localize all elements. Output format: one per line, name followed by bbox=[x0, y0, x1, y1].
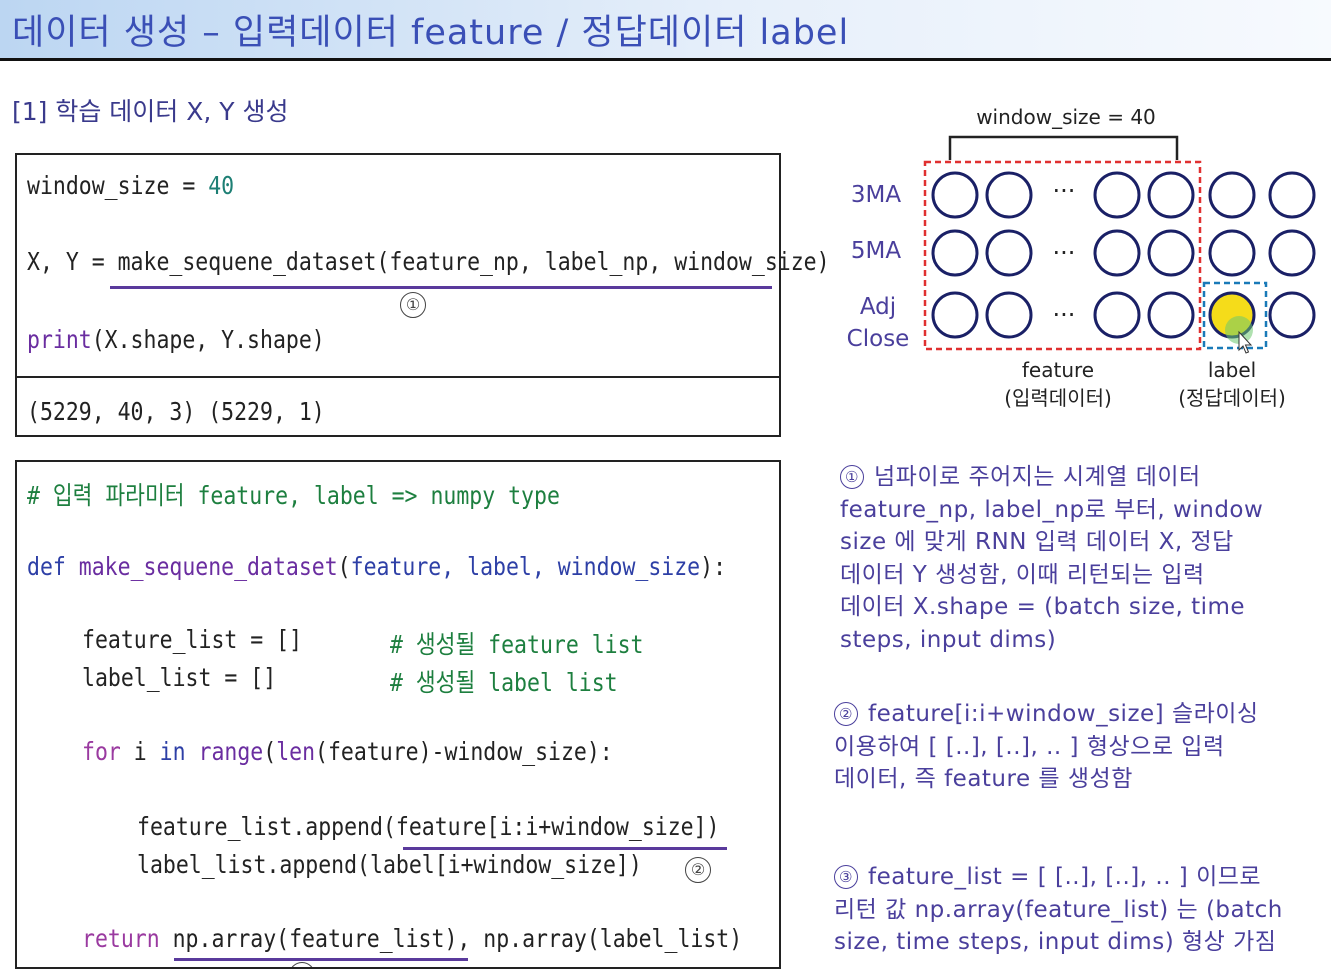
note-1-marker: ① bbox=[840, 465, 864, 489]
code-cell-1: window_size = 40 X, Y = make_sequene_dat… bbox=[15, 153, 830, 437]
note-3-marker: ③ bbox=[834, 865, 858, 889]
data-circle bbox=[985, 229, 1033, 277]
data-circle bbox=[985, 171, 1033, 219]
data-circle bbox=[1093, 291, 1141, 339]
marker-2: ② bbox=[685, 857, 711, 883]
note-2-line: feature[i:i+window_size] 슬라이싱 bbox=[868, 701, 1259, 727]
data-circle bbox=[1268, 229, 1316, 277]
window-bracket bbox=[948, 135, 1179, 160]
slide-header: 데이터 생성 – 입력데이터 feature / 정답데이터 label bbox=[0, 0, 1331, 61]
slide-title: 데이터 생성 – 입력데이터 feature / 정답데이터 label bbox=[12, 13, 850, 53]
code-line-return: return np.array(feature_list), np.array(… bbox=[82, 924, 743, 953]
note-1-line: size 에 맞게 RNN 입력 데이터 X, 정답 bbox=[840, 529, 1234, 555]
underline-marker-3 bbox=[174, 958, 468, 961]
label-subcaption: (정답데이터) bbox=[1178, 386, 1286, 410]
window-diagram: window_size = 40 3MA 5MA Adj Close ··· ·… bbox=[847, 105, 1316, 410]
note-2-line: 데이터, 즉 feature 를 생성함 bbox=[834, 766, 1133, 792]
data-circle bbox=[1093, 171, 1141, 219]
ellipsis-row-2: ··· bbox=[1053, 239, 1076, 267]
data-circle bbox=[931, 171, 979, 219]
output-separator bbox=[17, 376, 779, 378]
note-2: ② feature[i:i+window_size] 슬라이싱 이용하여 [ [.… bbox=[834, 698, 1259, 796]
note-2-marker: ② bbox=[834, 702, 858, 726]
data-circle bbox=[1208, 171, 1256, 219]
row-label-adj: Adj bbox=[860, 294, 896, 320]
ellipsis-row-3: ··· bbox=[1053, 301, 1076, 329]
note-3-line: 리턴 값 np.array(feature_list) 는 (batch bbox=[834, 896, 1283, 923]
code-line-label-list: label_list = [] bbox=[82, 663, 277, 692]
code-line-for: for i in range(len(feature)-window_size)… bbox=[82, 737, 613, 766]
code-line-def: def make_sequene_dataset(feature, label,… bbox=[27, 552, 727, 581]
data-circle bbox=[1147, 171, 1195, 219]
code-output: (5229, 40, 3) (5229, 1) bbox=[27, 397, 325, 426]
note-3: ③ feature_list = [ [..], [..], .. ] 이므로 리… bbox=[834, 861, 1283, 959]
note-1: ① 넘파이로 주어지는 시계열 데이터 feature_np, label_np로… bbox=[840, 461, 1263, 656]
window-size-label: window_size = 40 bbox=[976, 105, 1156, 129]
code-line-print: print(X.shape, Y.shape) bbox=[27, 325, 325, 354]
data-circle bbox=[931, 291, 979, 339]
note-1-line: 데이터 X.shape = (batch size, time bbox=[840, 594, 1246, 620]
note-1-line: feature_np, label_np로 부터, window bbox=[840, 496, 1264, 523]
note-1-line: steps, input dims) bbox=[840, 626, 1057, 653]
data-circle bbox=[1268, 291, 1316, 339]
marker-1: ① bbox=[400, 292, 426, 318]
row-label-3ma: 3MA bbox=[851, 182, 901, 208]
data-circle bbox=[1208, 229, 1256, 277]
label-caption: label bbox=[1208, 358, 1256, 382]
code-line-feature-list: feature_list = [] bbox=[82, 625, 303, 654]
ellipsis-row-1: ··· bbox=[1053, 177, 1076, 205]
section-title: [1] 학습 데이터 X, Y 생성 bbox=[12, 97, 289, 126]
feature-caption: feature bbox=[1022, 358, 1094, 382]
note-1-line: 넘파이로 주어지는 시계열 데이터 bbox=[874, 464, 1201, 490]
code-line-append-label: label_list.append(label[i+window_size]) bbox=[137, 850, 642, 879]
feature-subcaption: (입력데이터) bbox=[1004, 386, 1112, 410]
code-comment-label-list: # 생성될 label list bbox=[390, 668, 618, 697]
code-comment-feature-list: # 생성될 feature list bbox=[390, 630, 644, 659]
code-comment-params: # 입력 파라미터 feature, label => numpy type bbox=[27, 481, 560, 510]
row-label-5ma: 5MA bbox=[851, 238, 901, 264]
code-line-append-feature: feature_list.append(feature[i:i+window_s… bbox=[137, 812, 720, 841]
note-1-line: 데이터 Y 생성함, 이때 리턴되는 입력 bbox=[840, 561, 1205, 588]
data-circle bbox=[1268, 171, 1316, 219]
note-2-line: 이용하여 [ [..], [..], .. ] 형상으로 입력 bbox=[834, 733, 1225, 760]
note-3-line: size, time steps, input dims) 형상 가짐 bbox=[834, 929, 1277, 955]
underline-marker-1 bbox=[110, 286, 772, 289]
data-circle bbox=[931, 229, 979, 277]
note-3-line: feature_list = [ [..], [..], .. ] 이므로 bbox=[868, 864, 1262, 890]
data-circle bbox=[985, 291, 1033, 339]
code-line-window-size: window_size = 40 bbox=[27, 171, 235, 200]
row-label-close: Close bbox=[847, 326, 910, 352]
data-circle bbox=[1147, 291, 1195, 339]
code-cell-2: # 입력 파라미터 feature, label => numpy type d… bbox=[15, 460, 781, 969]
data-circle bbox=[1093, 229, 1141, 277]
data-circle bbox=[1147, 229, 1195, 277]
marker-3: ③ bbox=[289, 962, 315, 967]
code-line-make-dataset: X, Y = make_sequene_dataset(feature_np, … bbox=[27, 247, 830, 276]
circle-grid bbox=[931, 171, 1316, 344]
